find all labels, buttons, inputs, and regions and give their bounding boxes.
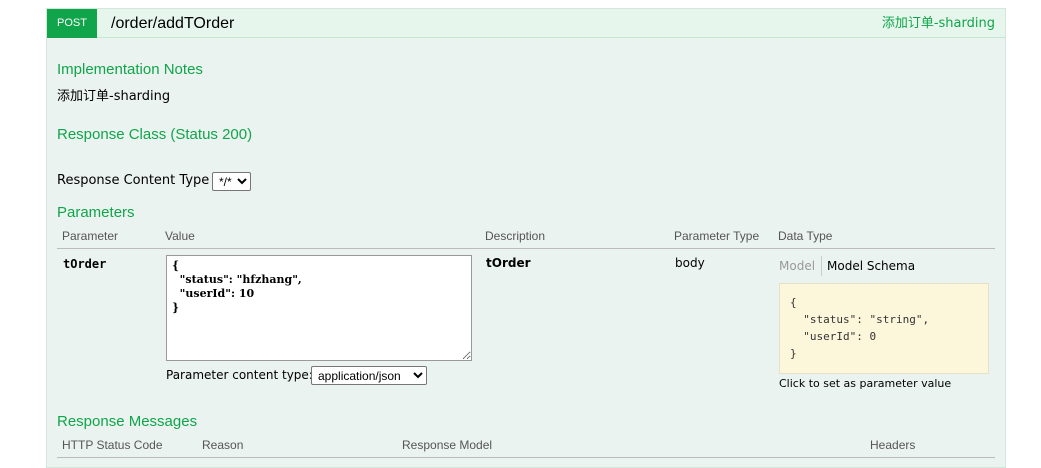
col-http-status-code: HTTP Status Code <box>62 438 163 452</box>
response-messages-title: Response Messages <box>57 413 198 430</box>
response-class-title: Response Class (Status 200) <box>57 126 253 143</box>
http-method-badge[interactable]: POST <box>47 9 97 38</box>
parameters-header-divider <box>57 248 995 249</box>
schema-hint: Click to set as parameter value <box>779 377 952 390</box>
param-type: body <box>675 256 705 270</box>
operation-heading[interactable]: POST /order/addTOrder 添加订单-sharding <box>47 9 1005 38</box>
tab-separator <box>821 256 822 276</box>
implementation-notes-text: 添加订单-sharding <box>57 89 171 104</box>
col-reason: Reason <box>202 438 244 452</box>
model-tab[interactable]: Model <box>779 259 815 273</box>
param-value-textarea[interactable]: { "status": "hfzhang", "userId": 10 } <box>166 255 472 361</box>
model-schema-tab[interactable]: Model Schema <box>827 259 915 273</box>
endpoint-path[interactable]: /order/addTOrder <box>111 9 234 38</box>
model-schema-example[interactable]: { "status": "string", "userId": 0 } <box>779 283 989 374</box>
col-data-type: Data Type <box>778 229 833 243</box>
parameters-title: Parameters <box>57 204 135 221</box>
response-content-type-label: Response Content Type <box>57 173 210 188</box>
implementation-notes-title: Implementation Notes <box>57 61 203 78</box>
col-description: Description <box>485 229 546 243</box>
param-content-type-select[interactable]: application/json <box>311 366 427 385</box>
response-messages-header-divider <box>57 457 995 458</box>
param-description: tOrder <box>486 256 531 270</box>
col-response-model: Response Model <box>402 438 493 452</box>
param-name: tOrder <box>63 257 107 271</box>
col-parameter: Parameter <box>62 229 119 243</box>
response-content-type-select[interactable]: */* <box>212 172 251 191</box>
col-value: Value <box>165 229 195 243</box>
param-content-type-label: Parameter content type: <box>166 368 313 382</box>
col-parameter-type: Parameter Type <box>674 229 760 243</box>
operation-summary[interactable]: 添加订单-sharding <box>882 9 995 38</box>
operation-panel: POST /order/addTOrder 添加订单-sharding Impl… <box>46 8 1006 468</box>
col-headers: Headers <box>870 438 916 452</box>
